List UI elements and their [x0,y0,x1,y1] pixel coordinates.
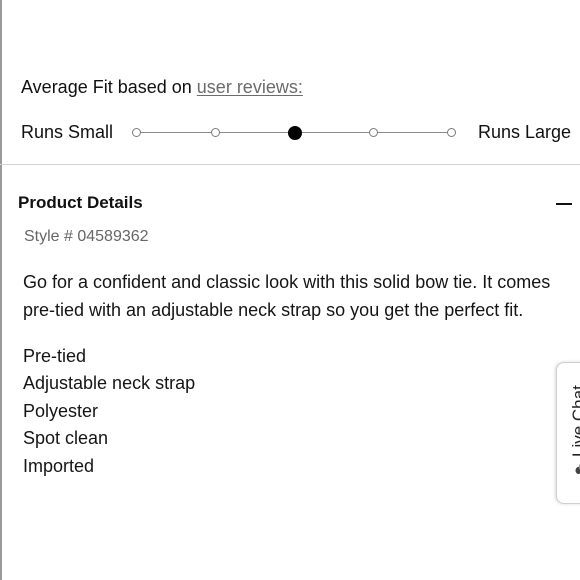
feature-item: Spot clean [23,428,109,449]
feature-item: Imported [23,455,95,476]
feature-item: Pre-tied [23,346,87,366]
fit-scale-point-3 [288,126,302,140]
average-fit-title: Average Fit based on user reviews: [21,76,303,98]
live-chat-label: Live Chat [569,385,580,457]
left-border [0,0,2,580]
fit-scale-point-2 [211,128,220,137]
product-description: Go for a confident and classic look with… [23,272,551,320]
fit-scale-point-5 [447,128,456,137]
runs-large-label: Runs Large [478,122,572,142]
user-reviews-link[interactable]: user reviews: [197,77,303,97]
feature-item: Polyester [23,400,99,421]
runs-small-label: Runs Small [21,122,114,142]
fit-scale-point-1 [132,128,141,137]
section-divider [0,164,580,165]
collapse-minus-icon[interactable] [556,194,574,212]
fit-scale-row: Runs Small Runs Large [21,121,580,145]
feature-item: Adjustable neck strap [23,373,196,394]
fit-scale [131,121,461,143]
live-chat-content: Live Chat [569,385,580,475]
fit-scale-point-4 [369,128,378,137]
average-fit-prefix: Average Fit based on [21,77,192,97]
style-number: Style # 04589362 [24,228,149,245]
product-details-header[interactable]: Product Details [18,192,143,214]
chat-bubbles-icon [575,463,580,475]
live-chat-button[interactable]: Live Chat [556,362,580,504]
feature-list: Pre-tied Adjustable neck strap Polyester… [23,343,195,480]
